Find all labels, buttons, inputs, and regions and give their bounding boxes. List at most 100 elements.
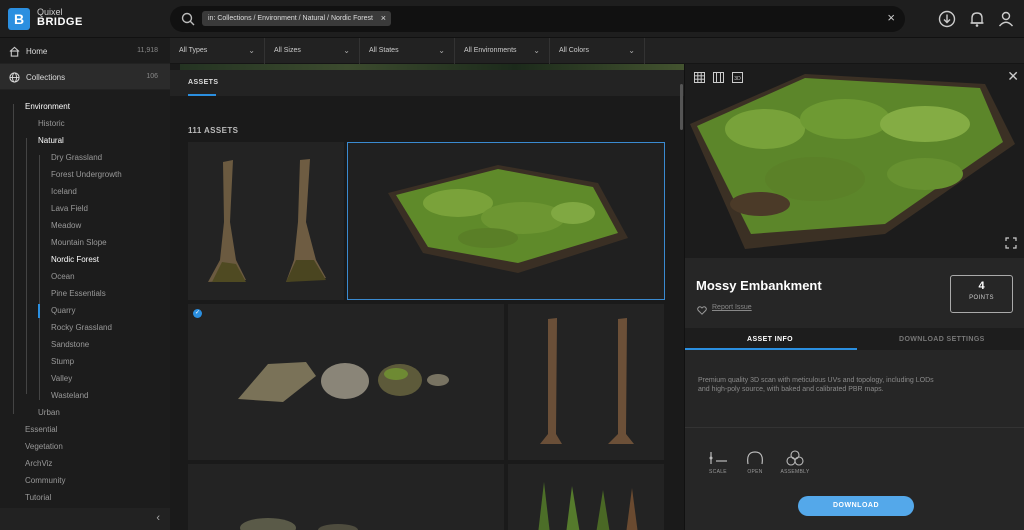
tree-item-wasteland[interactable]: Wasteland — [51, 391, 89, 400]
asset-info: Mossy Embankment Report Issue 4 POINTS A… — [685, 258, 1024, 530]
globe-icon — [9, 72, 20, 83]
home-icon — [9, 46, 20, 57]
asset-card-ferns[interactable] — [508, 464, 664, 530]
filter-environment[interactable]: All Environments ⌄ — [455, 38, 550, 64]
open-icon — [747, 451, 763, 465]
asset-card-tree-trunk-tall[interactable] — [508, 304, 664, 460]
asset-grid-scrollbar[interactable] — [680, 84, 683, 130]
asset-preview-image — [690, 74, 1015, 249]
tab-asset-info[interactable]: ASSET INFO — [747, 336, 793, 343]
tree-line — [39, 155, 40, 400]
tree-item-historic[interactable]: Historic — [38, 119, 65, 128]
asset-thumbnail — [208, 159, 326, 282]
filter-state[interactable]: All States ⌄ — [360, 38, 455, 64]
tree-item-tutorial[interactable]: Tutorial — [25, 493, 51, 502]
search-filter-chip-label: in: Collections / Environment / Natural … — [208, 15, 373, 22]
tree-item-ocean[interactable]: Ocean — [51, 272, 75, 281]
tab-download-settings[interactable]: DOWNLOAD SETTINGS — [899, 336, 985, 343]
filter-size[interactable]: All Sizes ⌄ — [265, 38, 360, 64]
tree-item-environment[interactable]: Environment — [25, 102, 70, 111]
asset-count: 111 ASSETS — [188, 126, 239, 135]
chevron-down-icon: ⌄ — [438, 46, 445, 55]
scale-icon — [709, 452, 727, 464]
tree-item-meadow[interactable]: Meadow — [51, 221, 81, 230]
tree-item-urban[interactable]: Urban — [38, 408, 60, 417]
tree-item-lava-field[interactable]: Lava Field — [51, 204, 88, 213]
filter-type[interactable]: All Types ⌄ — [170, 38, 265, 64]
asset-card-partial[interactable] — [188, 464, 504, 530]
sidebar: Home 11,918 Collections 106 Environment … — [0, 38, 170, 530]
filter-label: All Environments — [464, 47, 517, 54]
chip-remove-icon[interactable]: × — [381, 11, 386, 26]
brand-bottom: BRIDGE — [37, 16, 83, 28]
points-badge: 4 POINTS — [950, 275, 1013, 313]
asset-card-rocks[interactable]: ✓ — [188, 304, 504, 460]
asset-grid: ASSETS 111 ASSETS ✓ — [170, 64, 684, 530]
tree-item-forest-undergrowth[interactable]: Forest Undergrowth — [51, 170, 122, 179]
chevron-left-icon: ‹ — [156, 512, 160, 524]
assembly-icon — [786, 450, 804, 466]
tree-item-mountain-slope[interactable]: Mountain Slope — [51, 238, 107, 247]
tree-item-archviz[interactable]: ArchViz — [25, 459, 52, 468]
tree-selection-marker — [38, 304, 40, 318]
tree-item-community[interactable]: Community — [25, 476, 65, 485]
bell-icon[interactable] — [967, 9, 987, 29]
asset-thumbnail — [540, 318, 634, 444]
chevron-down-icon: ⌄ — [343, 46, 350, 55]
tree-item-valley[interactable]: Valley — [51, 374, 72, 383]
bridge-logo[interactable]: B — [8, 8, 30, 30]
asset-title: Mossy Embankment — [696, 278, 822, 293]
collapse-sidebar-button[interactable]: ‹ — [0, 508, 170, 530]
chevron-down-icon: ⌄ — [533, 46, 540, 55]
search-filter-chip[interactable]: in: Collections / Environment / Natural … — [202, 11, 391, 26]
tree-line — [13, 104, 14, 414]
facet-assembly: ASSEMBLY — [780, 450, 810, 475]
asset-thumbnail — [538, 482, 638, 530]
tab-active-indicator — [188, 94, 216, 96]
tree-item-nordic-forest[interactable]: Nordic Forest — [51, 255, 99, 264]
tab-active-indicator — [685, 348, 857, 350]
tree-item-iceland[interactable]: Iceland — [51, 187, 77, 196]
user-icon[interactable] — [996, 9, 1016, 29]
detail-tabs: ASSET INFO DOWNLOAD SETTINGS — [685, 328, 1024, 350]
expand-icon[interactable] — [1005, 237, 1017, 249]
search-icon — [181, 12, 195, 26]
tree-item-stump[interactable]: Stump — [51, 357, 74, 366]
tree-item-essential[interactable]: Essential — [25, 425, 57, 434]
facet-label: OPEN — [747, 469, 763, 475]
asset-thumbnail — [240, 518, 358, 530]
tree-item-pine-essentials[interactable]: Pine Essentials — [51, 289, 106, 298]
asset-card-tree-trunk[interactable] — [188, 142, 344, 300]
facet-label: ASSEMBLY — [780, 469, 810, 475]
filter-bar: All Types ⌄ All Sizes ⌄ All States ⌄ All En… — [170, 38, 1024, 64]
tree-item-sandstone[interactable]: Sandstone — [51, 340, 89, 349]
filter-label: All Colors — [559, 47, 589, 54]
assets-tab-bar: ASSETS — [170, 70, 684, 96]
filter-label: All States — [369, 47, 399, 54]
download-icon[interactable] — [937, 9, 957, 29]
download-button[interactable]: DOWNLOAD — [798, 496, 914, 516]
filter-label: All Sizes — [274, 47, 301, 54]
tab-assets[interactable]: ASSETS — [188, 79, 218, 86]
tree-item-vegetation[interactable]: Vegetation — [25, 442, 63, 451]
asset-card-mossy-embankment[interactable] — [347, 142, 665, 300]
sidebar-item-home[interactable]: Home 11,918 — [0, 38, 170, 64]
sidebar-item-count: 11,918 — [137, 47, 158, 54]
filter-label: All Types — [179, 47, 208, 54]
downloaded-check-icon: ✓ — [193, 309, 202, 318]
filter-color[interactable]: All Colors ⌄ — [550, 38, 645, 64]
tree-item-natural[interactable]: Natural — [38, 136, 64, 145]
search-bar[interactable]: in: Collections / Environment / Natural … — [170, 6, 905, 32]
sidebar-item-collections[interactable]: Collections 106 — [0, 64, 170, 90]
clear-search-icon[interactable]: × — [887, 10, 895, 25]
points-label: POINTS — [969, 295, 994, 301]
heart-icon[interactable] — [697, 306, 707, 315]
tree-line — [26, 138, 27, 394]
sidebar-item-label: Home — [26, 47, 48, 56]
tree-item-quarry[interactable]: Quarry — [51, 306, 75, 315]
tree-item-dry-grassland[interactable]: Dry Grassland — [51, 153, 102, 162]
report-issue-link[interactable]: Report Issue — [712, 304, 752, 311]
asset-detail-panel: 3D ✕ Mossy Embankment Report Issue 4 POI… — [684, 64, 1024, 530]
tree-item-rocky-grassland[interactable]: Rocky Grassland — [51, 323, 112, 332]
divider — [685, 427, 1024, 428]
